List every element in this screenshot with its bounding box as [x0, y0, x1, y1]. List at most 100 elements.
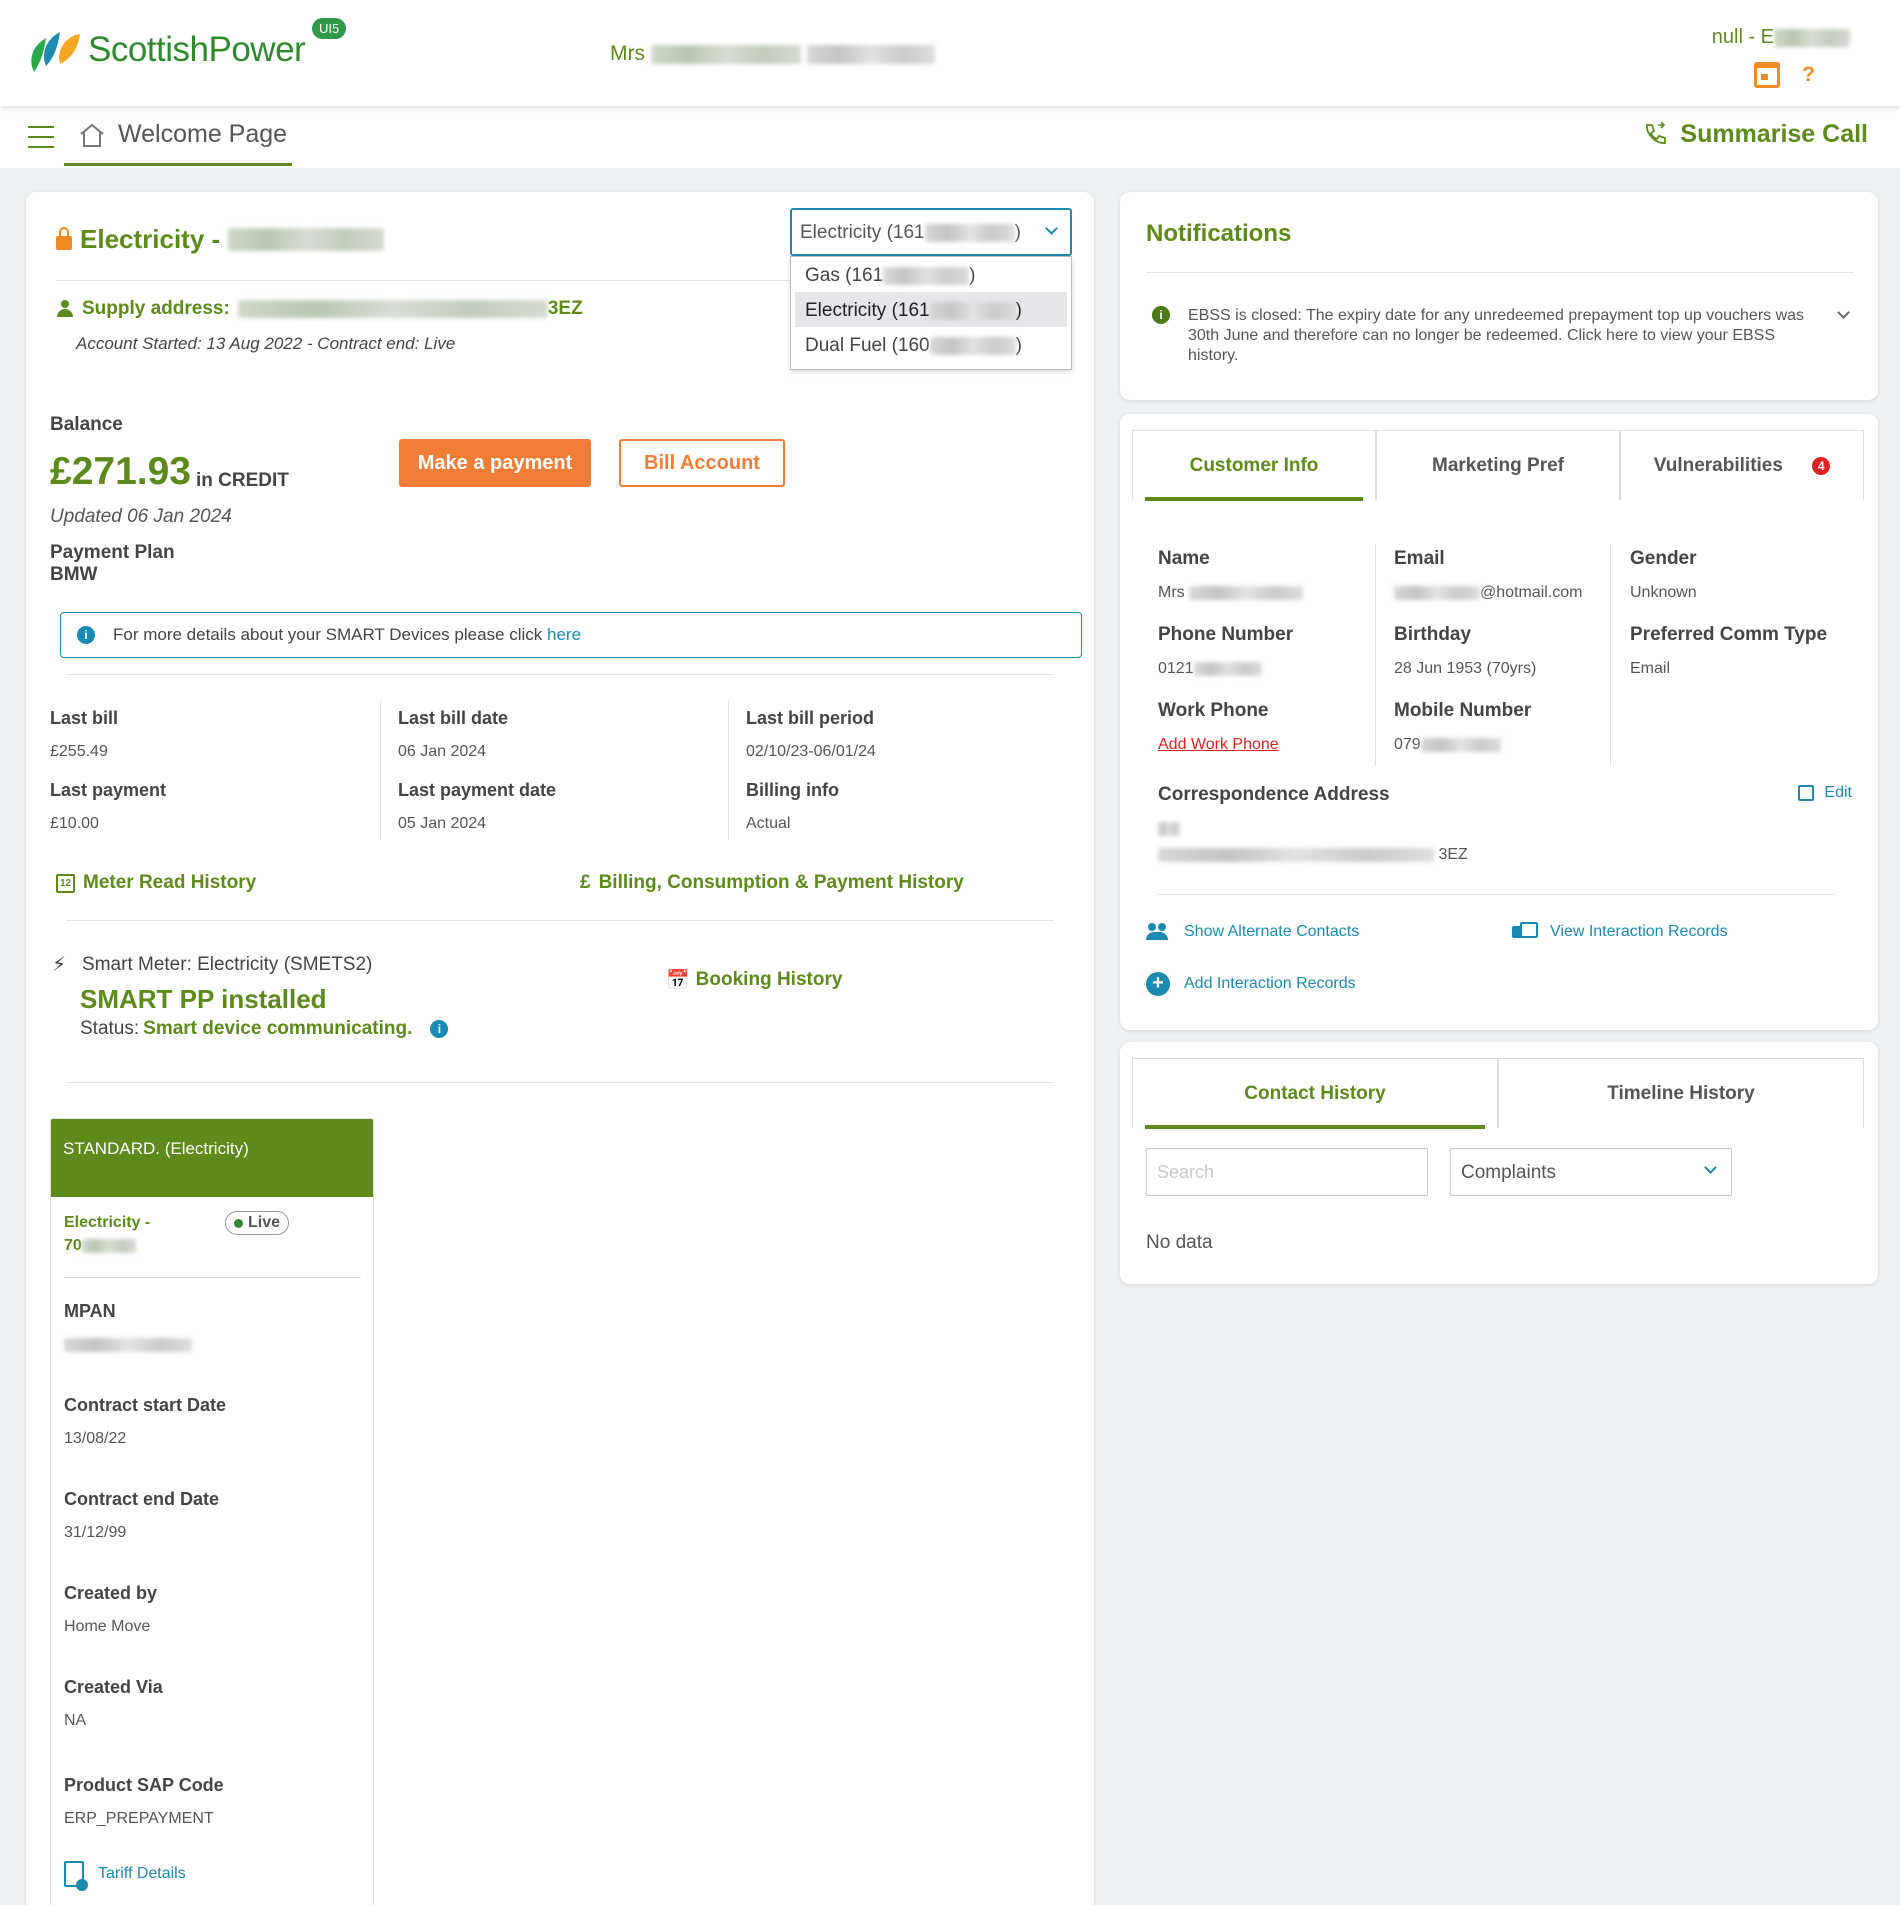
divider: [64, 1277, 361, 1278]
tariff-supply-id: 70: [64, 1237, 82, 1254]
booking-history-link[interactable]: 📅 Booking History: [666, 968, 842, 992]
meter-read-history-label: Meter Read History: [83, 872, 257, 893]
document-icon: [64, 1861, 88, 1891]
last-bill: Last bill £255.49: [50, 708, 118, 761]
account-panel: Electricity - Supply address: 3EZ Accoun…: [26, 192, 1094, 1905]
people-icon: [1146, 922, 1170, 942]
info-icon[interactable]: i: [430, 1020, 449, 1038]
smart-notice-text: For more details about your SMART Device…: [113, 625, 543, 644]
scottishpower-logo[interactable]: ScottishPower UI5: [26, 18, 347, 74]
meter-read-history-link[interactable]: 12 Meter Read History: [56, 872, 256, 894]
field-value: 3EZ: [1158, 820, 1468, 864]
sub-navigation: Welcome Page Summarise Call: [0, 106, 1900, 168]
info-icon: i: [1152, 306, 1170, 324]
chevron-down-icon[interactable]: [1837, 306, 1850, 319]
tab-label: Contact History: [1244, 1083, 1386, 1104]
option-label: Dual Fuel (160: [805, 335, 930, 356]
redacted-account-id: [929, 337, 1016, 355]
history-filter-select[interactable]: Complaints: [1450, 1148, 1732, 1196]
supply-postcode: 3EZ: [547, 298, 583, 319]
account-option-electricity[interactable]: Electricity (161): [795, 292, 1067, 327]
billing-history-link[interactable]: £ Billing, Consumption & Payment History: [580, 872, 964, 894]
leaf-logo-icon: [31, 32, 80, 72]
tab-contact-history[interactable]: Contact History: [1132, 1058, 1498, 1129]
mobile-prefix: 079: [1394, 736, 1421, 753]
last-bill-value: £255.49: [50, 743, 108, 760]
redacted-agent-id: [1774, 28, 1850, 47]
last-payment-label: Last payment: [50, 780, 167, 800]
account-option-gas[interactable]: Gas (161): [795, 257, 1067, 292]
lock-icon: [56, 226, 72, 250]
smart-meter-type: ⚡ Smart Meter: Electricity (SMETS2): [52, 952, 372, 977]
divider: [56, 280, 816, 281]
customer-name: Name Mrs: [1158, 548, 1304, 602]
last-bill-date-label: Last bill date: [398, 708, 509, 728]
last-payment-date-label: Last payment date: [398, 780, 557, 800]
smart-devices-here-link[interactable]: here: [547, 625, 581, 644]
option-label: Gas (161: [805, 265, 884, 286]
field-value: @hotmail.com: [1394, 584, 1583, 602]
redacted-account-number: [806, 45, 935, 64]
account-select[interactable]: Electricity (161): [790, 208, 1072, 256]
account-select-suffix: ): [1014, 222, 1021, 243]
info-icon: i: [77, 626, 95, 644]
supply-address-label: Supply address:: [82, 298, 230, 319]
filter-value: Complaints: [1461, 1162, 1557, 1183]
field-value: [64, 1336, 192, 1354]
field-label: Work Phone: [1158, 700, 1269, 721]
hamburger-menu-icon[interactable]: [28, 126, 54, 148]
field-label: Contract start Date: [64, 1395, 227, 1415]
calendar-icon[interactable]: [1754, 62, 1781, 88]
status-label: Status:: [80, 1018, 140, 1039]
bill-account-button[interactable]: Bill Account: [619, 439, 785, 487]
help-icon[interactable]: ?: [1802, 63, 1815, 87]
empty-state: No data: [1146, 1232, 1213, 1253]
brand-name: ScottishPower: [88, 30, 306, 69]
tab-customer-info[interactable]: Customer Info: [1132, 430, 1376, 501]
edit-address-button[interactable]: Edit: [1798, 784, 1852, 802]
make-payment-button[interactable]: Make a payment: [399, 439, 591, 487]
smart-devices-notice: i For more details about your SMART Devi…: [60, 612, 1082, 658]
history-search-input[interactable]: [1146, 1148, 1428, 1196]
show-alternate-contacts-link[interactable]: Show Alternate Contacts: [1146, 922, 1359, 942]
account-option-dual-fuel[interactable]: Dual Fuel (160): [795, 327, 1067, 362]
add-interaction-records-link[interactable]: + Add Interaction Records: [1146, 972, 1356, 996]
notification-message[interactable]: EBSS is closed: The expiry date for any …: [1188, 306, 1828, 366]
smart-device-status: Status: Smart device communicating. i: [80, 1018, 449, 1040]
redacted-address-line: [1158, 821, 1180, 836]
customer-info-card: Customer Info Marketing Pref Vulnerabili…: [1120, 414, 1878, 1030]
field-value: Email: [1630, 660, 1671, 677]
field-value: Home Move: [64, 1618, 151, 1635]
billing-history-label: Billing, Consumption & Payment History: [598, 872, 964, 893]
edit-icon: [1798, 785, 1815, 801]
view-interaction-records-link[interactable]: View Interaction Records: [1512, 922, 1728, 942]
balance-label: Balance: [50, 414, 123, 435]
booking-history-label: Booking History: [695, 969, 843, 990]
history-card: Contact History Timeline History Complai…: [1120, 1042, 1878, 1284]
last-bill-date-value: 06 Jan 2024: [398, 743, 487, 760]
chevron-down-icon: [1704, 1161, 1717, 1174]
field-label: Preferred Comm Type: [1630, 624, 1828, 645]
meter-icon: 12: [56, 873, 75, 893]
tariff-details-link[interactable]: Tariff Details: [64, 1861, 186, 1891]
field-label: Email: [1394, 548, 1445, 569]
tab-marketing-pref[interactable]: Marketing Pref: [1376, 430, 1620, 500]
tariff-details-label: Tariff Details: [98, 1865, 186, 1882]
tab-timeline-history[interactable]: Timeline History: [1498, 1058, 1864, 1128]
redacted-supply-id: [81, 1238, 136, 1253]
field-label: Name: [1158, 548, 1210, 569]
field-value: 31/12/99: [64, 1524, 127, 1541]
summarise-call-button[interactable]: Summarise Call: [1642, 120, 1868, 149]
correspondence-address: Correspondence Address 3EZ: [1158, 784, 1468, 864]
agent-label: null - E: [1711, 26, 1774, 48]
page-title: Welcome Page: [118, 120, 288, 148]
divider: [66, 674, 1054, 675]
customer-mobile: Mobile Number 079: [1394, 700, 1531, 754]
tariff-field-sap-code: Product SAP Code ERP_PREPAYMENT: [64, 1775, 224, 1828]
tab-vulnerabilities[interactable]: Vulnerabilities 4: [1620, 430, 1864, 500]
divider: [66, 920, 1054, 921]
add-work-phone-link[interactable]: Add Work Phone: [1158, 736, 1279, 754]
tariff-field-created-by: Created by Home Move: [64, 1583, 157, 1636]
last-payment: Last payment £10.00: [50, 780, 166, 833]
tab-welcome-page[interactable]: Welcome Page: [64, 106, 292, 166]
